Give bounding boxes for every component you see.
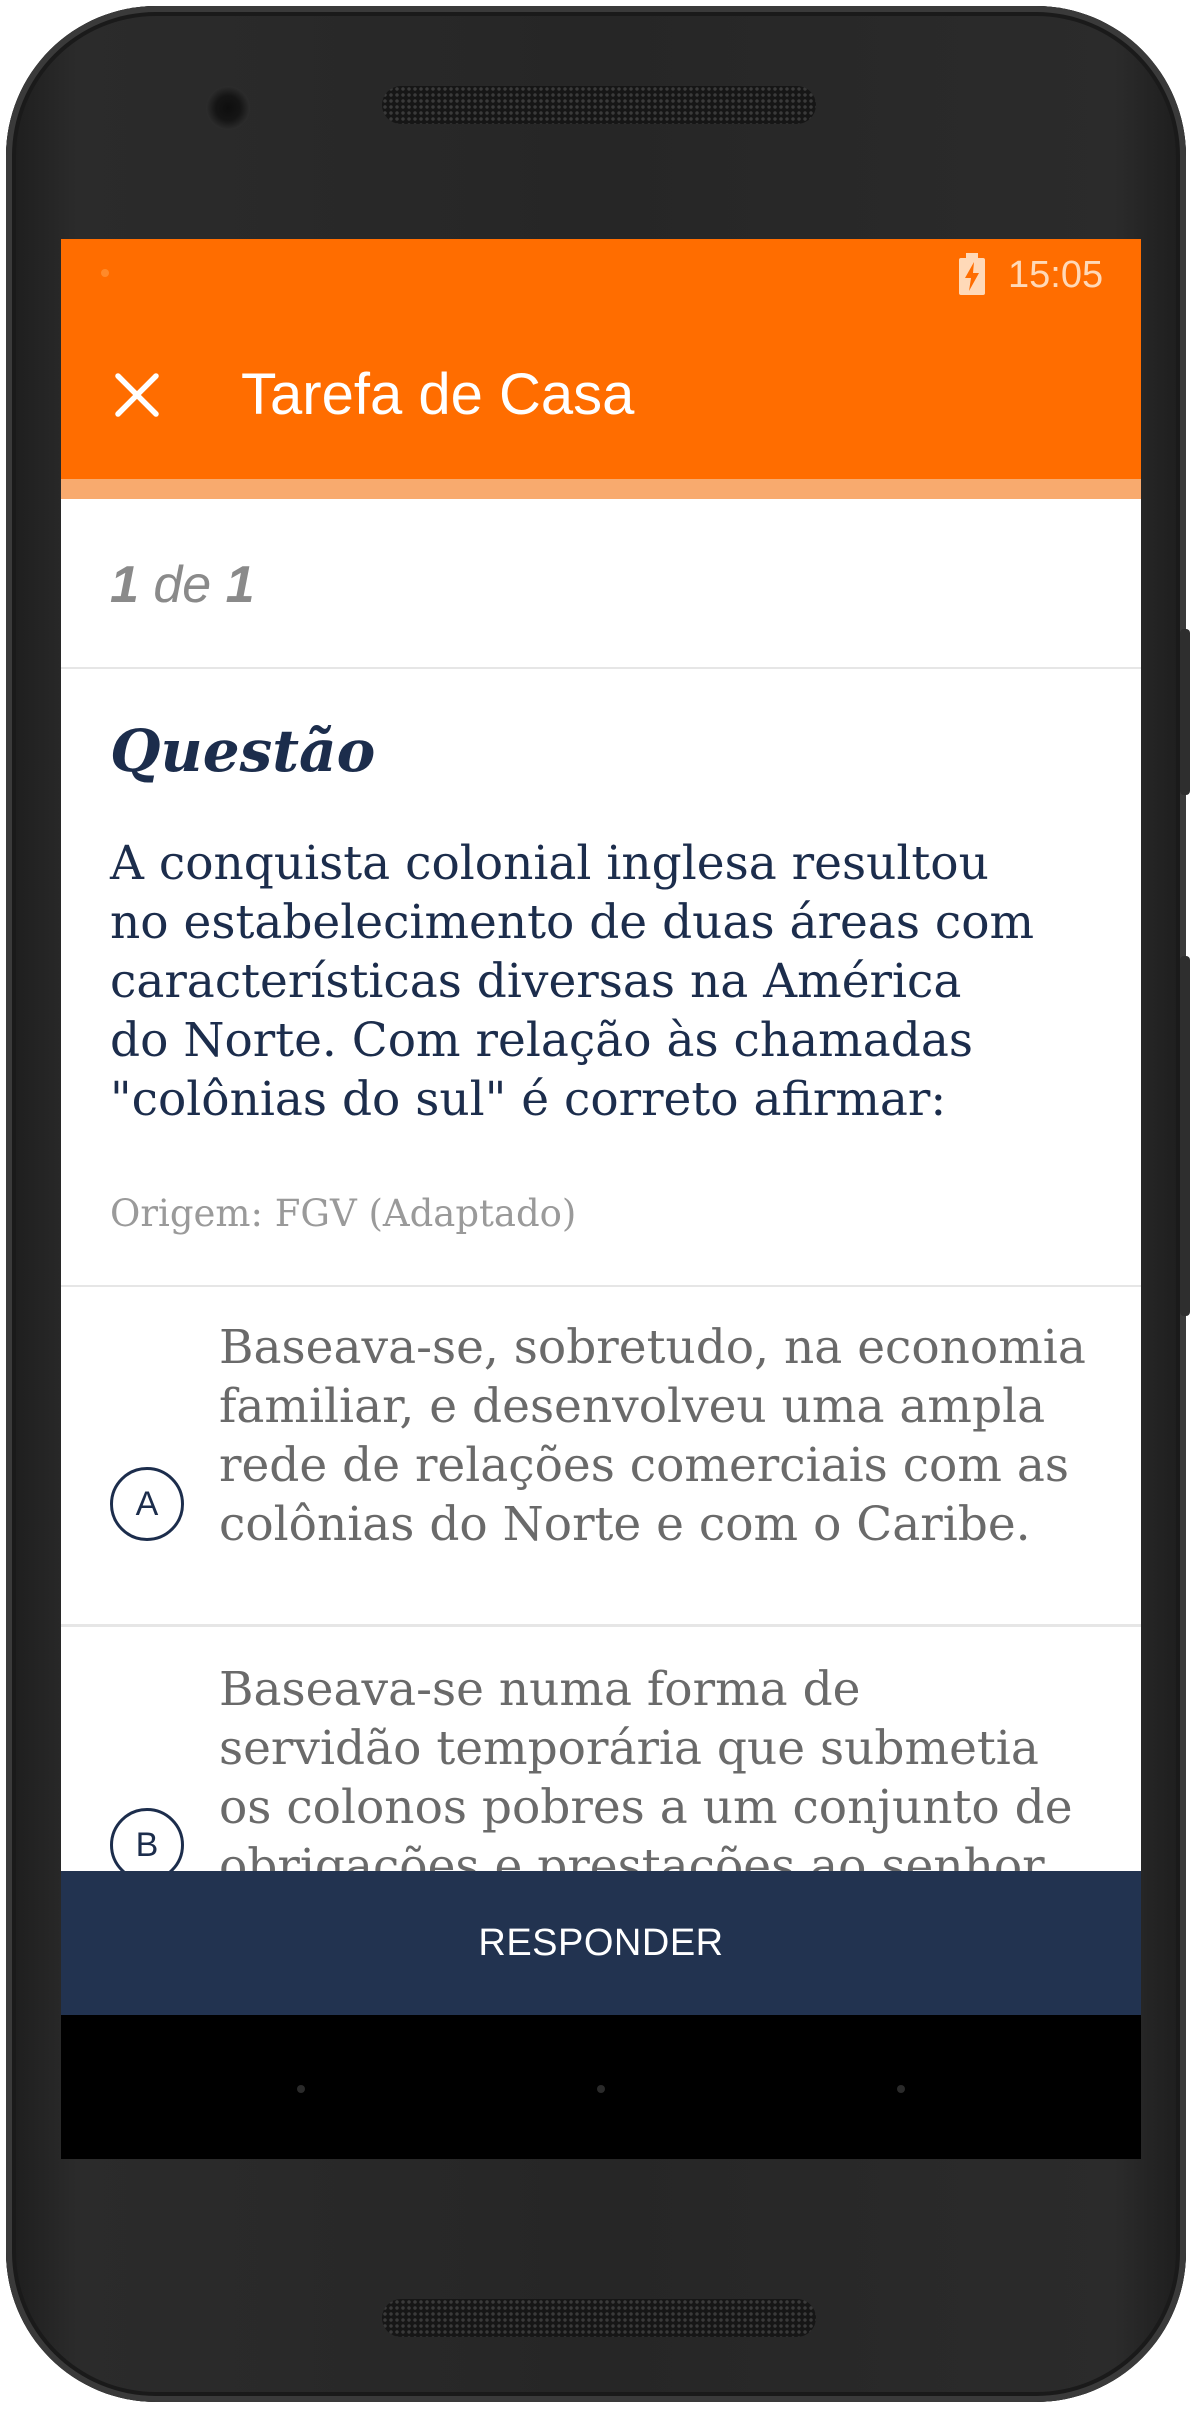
progress-strip: [61, 479, 1141, 499]
home-nav-button[interactable]: [597, 2085, 605, 2093]
status-bar: 15:05: [61, 239, 1141, 311]
navigation-bar: [61, 2015, 1141, 2159]
question-counter: 1 de 1: [110, 555, 255, 615]
notification-dot: [101, 269, 109, 277]
earpiece-speaker: [382, 86, 816, 124]
option-text: Baseava-se numa forma de servidão tempor…: [219, 1662, 1073, 1871]
option-a[interactable]: A Baseava-se, sobretudo, na economia fam…: [61, 1287, 1141, 1552]
counter-total: 1: [225, 556, 255, 614]
counter-current: 1: [110, 556, 139, 614]
option-text: Baseava-se, sobretudo, na economia famil…: [219, 1320, 1086, 1552]
question-heading: Questão: [110, 717, 376, 785]
option-letter-badge: A: [110, 1467, 184, 1541]
phone-frame: 15:05 Tarefa de Casa 1 de 1 Questão A co…: [6, 6, 1190, 2402]
divider: [61, 667, 1141, 669]
close-button[interactable]: [101, 359, 173, 431]
status-time: 15:05: [1008, 254, 1104, 296]
question-text: A conquista colonial inglesa resultou no…: [110, 836, 1035, 1127]
device-screen: 15:05 Tarefa de Casa 1 de 1 Questão A co…: [61, 239, 1141, 2159]
power-button: [1180, 629, 1190, 795]
app-bar: Tarefa de Casa: [61, 311, 1141, 479]
battery-charging-icon: [959, 253, 985, 295]
back-nav-button[interactable]: [297, 2085, 305, 2093]
recents-nav-button[interactable]: [897, 2085, 905, 2093]
front-camera: [206, 86, 250, 130]
page-title: Tarefa de Casa: [241, 362, 635, 427]
question-origin: Origem: FGV (Adaptado): [110, 1192, 577, 1235]
close-icon: [115, 373, 159, 417]
volume-rocker: [1180, 956, 1190, 1316]
counter-separator: de: [153, 556, 212, 614]
respond-button[interactable]: RESPONDER: [61, 1871, 1141, 2015]
option-letter-badge: B: [110, 1808, 184, 1871]
option-b[interactable]: B Baseava-se numa forma de servidão temp…: [61, 1627, 1141, 1871]
bottom-speaker: [382, 2299, 816, 2337]
